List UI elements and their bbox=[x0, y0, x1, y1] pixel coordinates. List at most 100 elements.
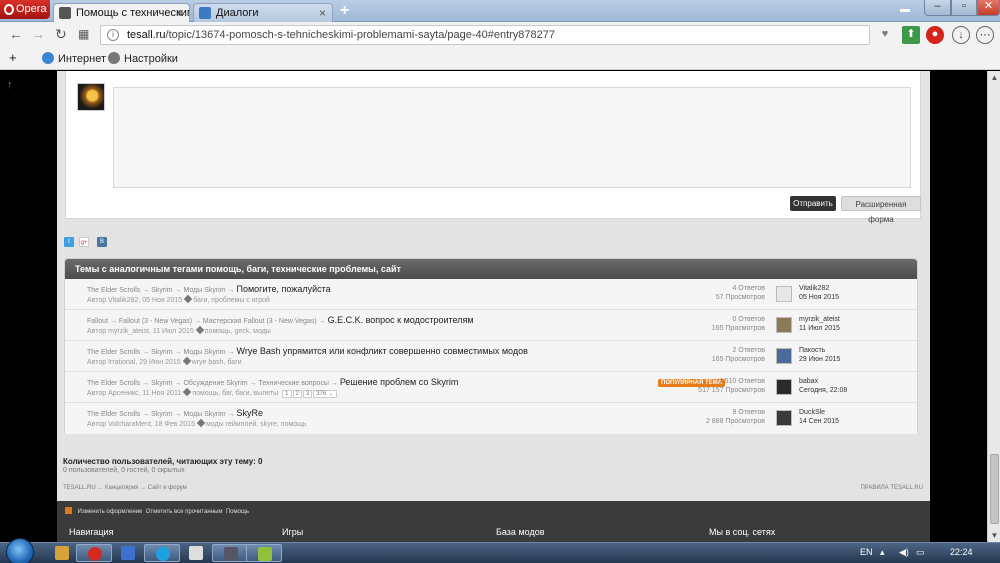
page-scrollbar[interactable]: ▲ ▼ bbox=[987, 71, 1000, 542]
page-link[interactable]: 2 bbox=[292, 390, 302, 398]
advanced-form-button[interactable]: Расширенная форма bbox=[841, 196, 921, 224]
avatar[interactable] bbox=[776, 379, 792, 395]
last-post-date[interactable]: 05 Ноя 2015 bbox=[799, 293, 839, 302]
back-icon[interactable]: ← bbox=[9, 27, 23, 41]
view-count: 165 Просмотров bbox=[711, 356, 765, 363]
tab-help[interactable]: Помощь с техническим × bbox=[53, 3, 190, 22]
download-icon[interactable]: ↓ bbox=[952, 26, 970, 44]
rules-link[interactable]: ПРАВИЛА TESALL.RU bbox=[860, 485, 923, 491]
tab-menu-icon[interactable]: ▬ bbox=[900, 4, 910, 15]
topic-title-link[interactable]: Помогите, пожалуйста bbox=[237, 284, 331, 294]
start-button[interactable] bbox=[6, 538, 34, 563]
taskbar-skype[interactable] bbox=[144, 544, 180, 562]
last-post-user[interactable]: Vitalik282 bbox=[799, 284, 839, 293]
close-icon[interactable]: × bbox=[319, 4, 326, 22]
last-post-date[interactable]: 14 Сен 2015 bbox=[799, 417, 839, 426]
change-theme-link[interactable]: Изменить оформление bbox=[78, 509, 143, 515]
topic-tags[interactable]: wrye bash, баги bbox=[192, 359, 242, 366]
rss-icon[interactable] bbox=[65, 507, 72, 514]
forum-path[interactable]: The Elder Scrolls → Skyrim → Моды Skyrim… bbox=[87, 287, 235, 294]
avatar[interactable] bbox=[776, 286, 792, 302]
topic-title-link[interactable]: Wrye Bash упрямится или конфликт соверше… bbox=[237, 346, 528, 356]
last-post-user[interactable]: DuckSle bbox=[799, 408, 839, 417]
last-post-user[interactable]: myrzik_ateist bbox=[799, 315, 840, 324]
url-field[interactable]: i tesall.ru/topic/13674-pomosch-s-tehnic… bbox=[100, 25, 870, 45]
add-bookmark-button[interactable]: + bbox=[9, 50, 17, 65]
bookmark-settings[interactable]: Настройки bbox=[108, 52, 178, 65]
close-window-button[interactable]: ✕ bbox=[977, 0, 1000, 16]
taskbar-app-7[interactable] bbox=[246, 544, 282, 562]
taskbar-app-5[interactable] bbox=[178, 544, 214, 562]
clock[interactable]: 22:24 bbox=[950, 547, 973, 557]
topic-title-link[interactable]: SkyRe bbox=[237, 408, 264, 418]
tray-expand-icon[interactable]: ▴ bbox=[880, 547, 885, 558]
topic-author: Автор myrzik_ateist, 11 Июл 2015 bbox=[87, 328, 194, 335]
forum-path[interactable]: Fallout → Fallout (3 - New Vegas) → Маст… bbox=[87, 318, 326, 325]
topic-stats: 7 510 Ответов 517 157 Просмотров bbox=[685, 377, 765, 395]
readers-info: Количество пользователей, читающих эту т… bbox=[63, 457, 262, 474]
send-button[interactable]: Отправить bbox=[790, 196, 836, 211]
tab-dialogs[interactable]: Диалоги × bbox=[193, 3, 333, 22]
taskbar-app-3[interactable] bbox=[110, 544, 146, 562]
site-info-icon[interactable]: i bbox=[107, 29, 119, 41]
table-row: The Elder Scrolls → Skyrim → Обсуждение … bbox=[65, 372, 917, 403]
avatar[interactable] bbox=[776, 317, 792, 333]
page-link[interactable]: 3 bbox=[302, 390, 313, 398]
vk-icon[interactable]: B bbox=[97, 237, 107, 247]
menu-icon[interactable]: ⋯ bbox=[976, 26, 994, 44]
topic-tags[interactable]: помощь, баг, баги, вылеты bbox=[192, 390, 278, 397]
last-post-user[interactable]: Пакость bbox=[799, 346, 840, 355]
reload-icon[interactable]: ↻ bbox=[55, 27, 67, 41]
close-icon[interactable]: × bbox=[176, 4, 183, 22]
browser-tab-bar: Opera Помощь с техническим × Диалоги × +… bbox=[0, 0, 1000, 22]
scrollbar-thumb[interactable] bbox=[990, 454, 999, 524]
forum-path[interactable]: The Elder Scrolls → Skyrim → Моды Skyrim… bbox=[87, 411, 235, 418]
reply-textarea[interactable] bbox=[113, 87, 911, 188]
speed-dial-icon[interactable]: ▦ bbox=[78, 27, 89, 41]
google-plus-icon[interactable]: g+ bbox=[79, 237, 89, 247]
tag-icon bbox=[196, 418, 206, 428]
page-viewport: ↑ Отправить Расширенная форма t g+ B Тем… bbox=[0, 71, 987, 542]
last-post-date[interactable]: Сегодня, 22:08 bbox=[799, 386, 847, 395]
opera-menu-button[interactable]: Opera bbox=[0, 0, 50, 19]
last-post-date[interactable]: 29 Июн 2015 bbox=[799, 355, 840, 364]
topic-author: Автор VolcharaMent, 18 Фев 2015 bbox=[87, 421, 195, 428]
taskbar-app-6[interactable] bbox=[212, 544, 248, 562]
extension-icon[interactable]: ⬆ bbox=[902, 26, 920, 44]
topic-title-link[interactable]: Решение проблем со Skyrim bbox=[340, 377, 459, 387]
topic-title-link[interactable]: G.E.C.K. вопрос к модостроителям bbox=[328, 315, 474, 325]
adblock-icon[interactable]: ● bbox=[926, 26, 944, 44]
minimize-button[interactable]: – bbox=[924, 0, 951, 16]
topic-tags[interactable]: баги, проблемы с игрой bbox=[193, 297, 270, 304]
page-link[interactable]: 376 → bbox=[313, 390, 337, 398]
scroll-down-icon[interactable]: ▼ bbox=[988, 529, 1000, 542]
network-icon[interactable]: ▭ bbox=[916, 547, 925, 558]
language-indicator[interactable]: EN bbox=[860, 547, 873, 557]
twitter-icon[interactable]: t bbox=[64, 237, 74, 247]
taskbar-opera[interactable] bbox=[76, 544, 112, 562]
heart-icon[interactable]: ♥ bbox=[876, 26, 894, 44]
last-post-date[interactable]: 11 Июл 2015 bbox=[799, 324, 840, 333]
volume-icon[interactable]: ◀) bbox=[899, 547, 909, 558]
maximize-button[interactable]: ▫ bbox=[951, 0, 977, 16]
help-link[interactable]: Помощь bbox=[226, 509, 249, 515]
table-row: Fallout → Fallout (3 - New Vegas) → Маст… bbox=[65, 310, 917, 341]
scroll-up-icon[interactable]: ▲ bbox=[988, 71, 1000, 84]
forum-path[interactable]: The Elder Scrolls → Skyrim → Обсуждение … bbox=[87, 380, 338, 387]
last-post: babax Сегодня, 22:08 bbox=[799, 377, 847, 395]
scroll-top-icon[interactable]: ↑ bbox=[7, 79, 13, 91]
topic-tags[interactable]: помощь, geck, моды bbox=[205, 328, 271, 335]
footer-breadcrumbs[interactable]: TESALL.RU → Канцелярия → Сайт и форум bbox=[63, 485, 187, 491]
new-tab-button[interactable]: + bbox=[340, 3, 349, 19]
mark-read-link[interactable]: Отметить все прочитанным bbox=[146, 509, 223, 515]
bookmark-internet[interactable]: Интернет bbox=[42, 52, 106, 65]
avatar[interactable] bbox=[776, 410, 792, 426]
last-post-user[interactable]: babax bbox=[799, 377, 847, 386]
forum-path[interactable]: The Elder Scrolls → Skyrim → Моды Skyrim… bbox=[87, 349, 235, 356]
page-link[interactable]: 1 bbox=[282, 390, 292, 398]
topic-stats: 9 Ответов 2 888 Просмотров bbox=[685, 408, 765, 426]
taskbar-app-1[interactable] bbox=[44, 544, 80, 562]
topic-tags[interactable]: моды геймплей, skyre, помощь bbox=[206, 421, 307, 428]
forward-icon[interactable]: → bbox=[31, 27, 45, 41]
avatar[interactable] bbox=[776, 348, 792, 364]
